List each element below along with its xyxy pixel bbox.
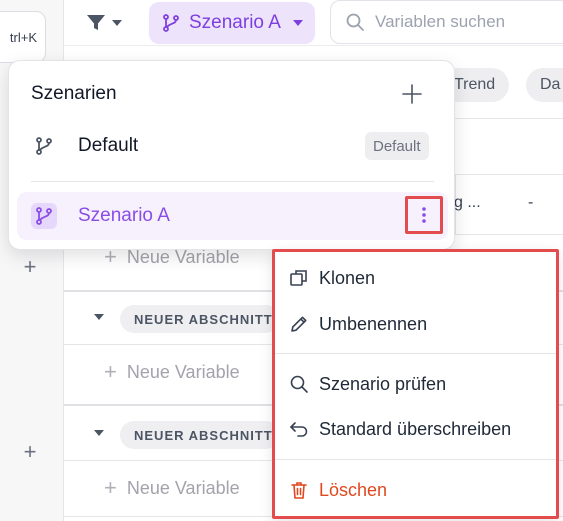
scenario-selector[interactable]: Szenario A	[149, 2, 315, 44]
scenario-item-label: Default	[78, 135, 139, 156]
search-placeholder: Variablen suchen	[375, 12, 506, 31]
menu-item-label: Szenario prüfen	[319, 373, 447, 394]
menu-item-label: Umbenennen	[319, 313, 428, 334]
popover-title: Szenarien	[31, 83, 117, 104]
branch-icon	[31, 203, 57, 229]
section-label: NEUER ABSCHNITT	[134, 311, 273, 327]
chip-date[interactable]: Da	[526, 68, 563, 102]
menu-item-override-default[interactable]: Standard überschreiben	[275, 409, 556, 449]
menu-item-label: Löschen	[319, 479, 388, 500]
add-row-icon[interactable]: +	[18, 255, 42, 279]
scenario-selector-label: Szenario A	[189, 12, 281, 33]
search-icon	[290, 375, 308, 393]
scenario-popover: Szenarien Default Default Szenario A	[8, 60, 455, 250]
chevron-down-icon	[94, 314, 104, 320]
chevron-down-icon	[112, 20, 122, 26]
menu-divider	[275, 353, 556, 354]
filter-button[interactable]	[86, 8, 122, 38]
filter-icon	[87, 15, 105, 30]
chevron-down-icon	[292, 20, 303, 26]
chip-label: Da	[540, 76, 561, 93]
plus-icon: +	[104, 359, 117, 384]
default-badge: Default	[365, 132, 429, 160]
add-row-icon[interactable]: +	[18, 440, 42, 464]
search-icon	[346, 13, 364, 31]
chip-label: Trend	[454, 76, 496, 93]
undo-icon	[290, 422, 308, 437]
scenario-item-label: Szenario A	[78, 205, 170, 226]
chevron-down-icon	[94, 430, 104, 436]
shortcut-hint-label: trl+K	[9, 29, 37, 45]
table-cell[interactable]: g ...	[454, 194, 481, 212]
scenario-item-szenario-a[interactable]: Szenario A	[17, 192, 448, 240]
menu-item-rename[interactable]: Umbenennen	[275, 304, 556, 344]
scenario-context-menu: Klonen Umbenennen Szenario prüfen Standa…	[272, 249, 559, 519]
branch-icon	[31, 133, 57, 159]
menu-item-clone[interactable]: Klonen	[275, 258, 556, 298]
new-variable-label: Neue Variable	[126, 477, 240, 498]
branch-icon	[163, 14, 179, 32]
trash-icon	[291, 482, 307, 499]
new-variable-button[interactable]: + Neue Variable	[104, 357, 240, 387]
menu-item-check-scenario[interactable]: Szenario prüfen	[275, 364, 556, 404]
plus-icon	[402, 84, 422, 104]
menu-divider	[275, 459, 556, 460]
clone-icon	[290, 270, 307, 286]
more-vertical-icon	[422, 207, 426, 223]
scenario-item-default[interactable]: Default Default	[17, 122, 448, 170]
menu-item-label: Standard überschreiben	[319, 418, 512, 439]
toolbar: Szenario A Variablen suchen	[64, 0, 563, 46]
shortcut-hint[interactable]: trl+K	[0, 11, 46, 63]
new-variable-button[interactable]: + Neue Variable	[104, 473, 240, 503]
menu-item-label: Klonen	[319, 267, 376, 288]
popover-divider	[31, 181, 434, 182]
table-cell[interactable]: -	[528, 194, 533, 212]
section-badge[interactable]: NEUER ABSCHNITT	[120, 305, 280, 333]
section-badge[interactable]: NEUER ABSCHNITT	[120, 421, 280, 449]
menu-item-delete[interactable]: Löschen	[275, 470, 556, 510]
new-variable-label: Neue Variable	[126, 361, 240, 382]
more-options-button[interactable]	[405, 196, 443, 234]
section-label: NEUER ABSCHNITT	[134, 427, 273, 443]
search-input[interactable]: Variablen suchen	[330, 0, 563, 44]
plus-icon: +	[104, 475, 117, 500]
add-scenario-button[interactable]	[401, 83, 425, 107]
pencil-icon	[291, 316, 307, 332]
